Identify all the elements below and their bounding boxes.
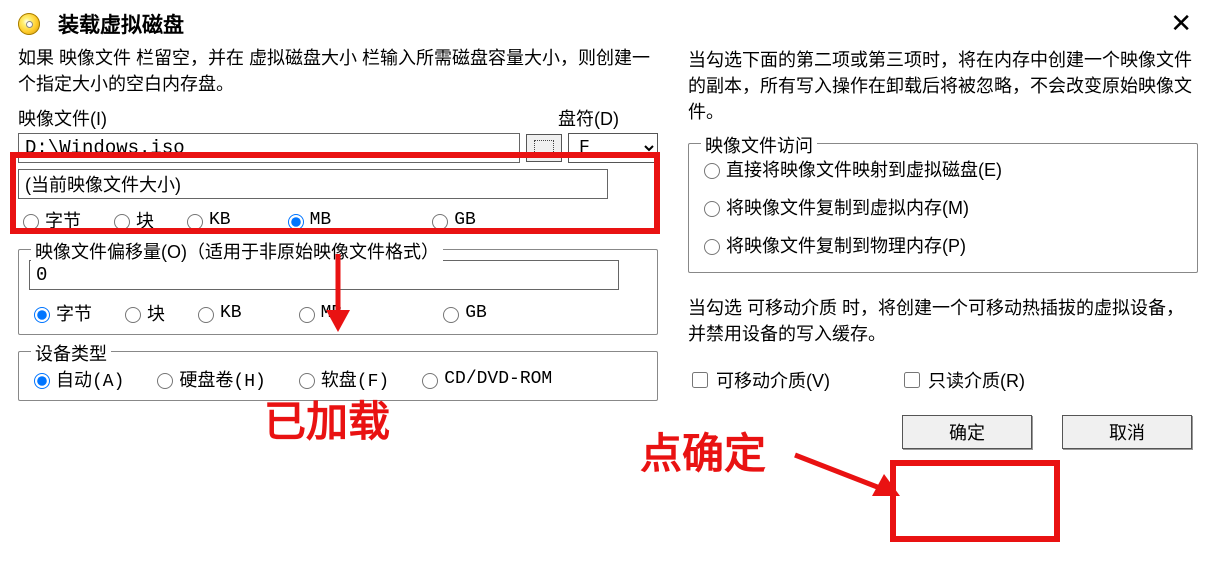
image-file-input[interactable] <box>18 133 520 163</box>
offset-unit-row: 字节 块 KB MB GB <box>29 300 647 326</box>
window-title: 装载虚拟磁盘 <box>58 9 184 39</box>
cancel-button[interactable]: 取消 <box>1062 415 1192 449</box>
title-bar: 装载虚拟磁盘 ✕ <box>0 0 1212 45</box>
unit-kb-radio[interactable]: KB <box>182 210 231 230</box>
access-physmem-radio[interactable]: 将映像文件复制到物理内存(P) <box>699 232 1187 258</box>
removable-intro-text: 当勾选 可移动介质 时，将创建一个可移动热插拔的虚拟设备，并禁用设备的写入缓存。 <box>688 295 1198 347</box>
unit-block-radio[interactable]: 块 <box>109 207 154 233</box>
browse-button[interactable] <box>526 134 562 162</box>
unit-byte-radio[interactable]: 字节 <box>18 207 81 233</box>
device-type-label: 设备类型 <box>31 340 111 366</box>
offset-group: 映像文件偏移量(O)（适用于非原始映像文件格式） 字节 块 KB MB <box>18 249 658 335</box>
size-unit-row: 字节 块 KB MB GB <box>18 207 658 233</box>
offset-input[interactable] <box>29 260 619 290</box>
unit-mb-radio[interactable]: MB <box>283 210 332 230</box>
offset-block-radio[interactable]: 块 <box>120 300 165 326</box>
offset-mb-radio[interactable]: MB <box>294 303 343 323</box>
disc-icon <box>18 13 40 35</box>
access-direct-radio[interactable]: 直接将映像文件映射到虚拟磁盘(E) <box>699 156 1187 182</box>
close-button[interactable]: ✕ <box>1164 8 1198 39</box>
readonly-checkbox[interactable]: 只读介质(R) <box>900 367 1025 393</box>
drive-label: 盘符(D) <box>558 105 658 131</box>
device-hd-radio[interactable]: 硬盘卷(H) <box>152 366 265 392</box>
device-cd-radio[interactable]: CD/DVD-ROM <box>417 369 552 389</box>
right-intro-text: 当勾选下面的第二项或第三项时，将在内存中创建一个映像文件的副本，所有写入操作在卸… <box>688 47 1198 125</box>
disk-size-input[interactable] <box>18 169 608 199</box>
offset-kb-radio[interactable]: KB <box>193 303 242 323</box>
ok-button[interactable]: 确定 <box>902 415 1032 449</box>
drive-select[interactable]: F <box>568 133 658 163</box>
annotation-rect-ok <box>890 460 1060 542</box>
offset-byte-radio[interactable]: 字节 <box>29 300 92 326</box>
offset-gb-radio[interactable]: GB <box>438 303 487 323</box>
device-type-group: 设备类型 自动(A) 硬盘卷(H) 软盘(F) CD/DVD-ROM <box>18 351 658 401</box>
removable-checkbox[interactable]: 可移动介质(V) <box>688 367 830 393</box>
unit-gb-radio[interactable]: GB <box>427 210 476 230</box>
device-floppy-radio[interactable]: 软盘(F) <box>294 366 389 392</box>
image-file-label: 映像文件(I) <box>18 105 558 131</box>
access-virtmem-radio[interactable]: 将映像文件复制到虚拟内存(M) <box>699 194 1187 220</box>
access-group: 映像文件访问 直接将映像文件映射到虚拟磁盘(E) 将映像文件复制到虚拟内存(M)… <box>688 143 1198 273</box>
left-intro-text: 如果 映像文件 栏留空，并在 虚拟磁盘大小 栏输入所需磁盘容量大小，则创建一个指… <box>18 45 658 97</box>
access-group-label: 映像文件访问 <box>701 132 817 158</box>
device-auto-radio[interactable]: 自动(A) <box>29 366 124 392</box>
offset-group-label: 映像文件偏移量(O)（适用于非原始映像文件格式） <box>31 238 443 264</box>
